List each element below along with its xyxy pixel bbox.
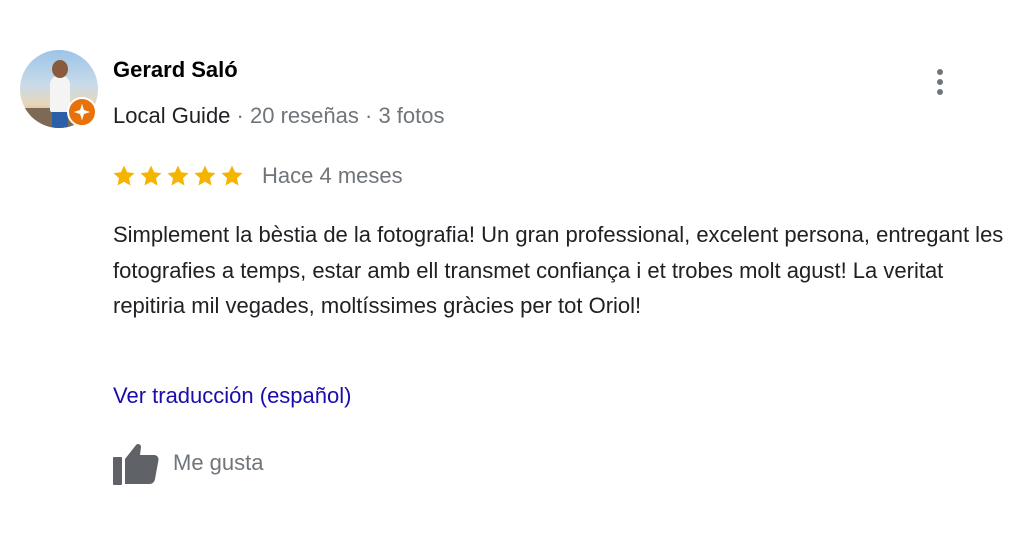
meta-separator: · [364,103,373,128]
translate-link[interactable]: Ver traducción (español) [113,383,351,409]
local-guide-badge-icon [67,97,97,127]
star-icon [113,165,135,186]
review-date: Hace 4 meses [262,163,403,188]
meta-separator: · [236,103,244,128]
photos-count: 3 fotos [378,103,445,128]
like-button[interactable]: Me gusta [113,441,264,485]
reviewer-role: Local Guide [113,103,231,128]
avatar-person-head [52,60,68,78]
avatar-person-legs [52,110,68,128]
review-card: Gerard Saló Local Guide · 20 reseñas · 3… [0,0,1016,538]
more-vert-icon [937,79,943,85]
like-label: Me gusta [173,450,264,475]
star-rating [112,164,244,188]
star-icon [167,165,189,186]
more-vert-icon [937,89,943,95]
reviewer-meta: Local Guide · 20 reseñas · 3 fotos [113,103,444,129]
more-options-button[interactable] [922,64,958,100]
rating-row: Hace 4 meses [112,161,403,191]
local-guide-star-icon [73,103,91,121]
review-text: Simplement la bèstia de la fotografia! U… [113,222,1004,318]
more-vert-icon [937,69,943,75]
reviewer-name[interactable]: Gerard Saló [113,57,238,83]
star-icon [221,165,243,186]
reviews-count: 20 reseñas [250,103,359,128]
thumbs-up-icon [113,443,159,485]
star-icon [140,165,162,186]
star-icon [194,165,216,186]
